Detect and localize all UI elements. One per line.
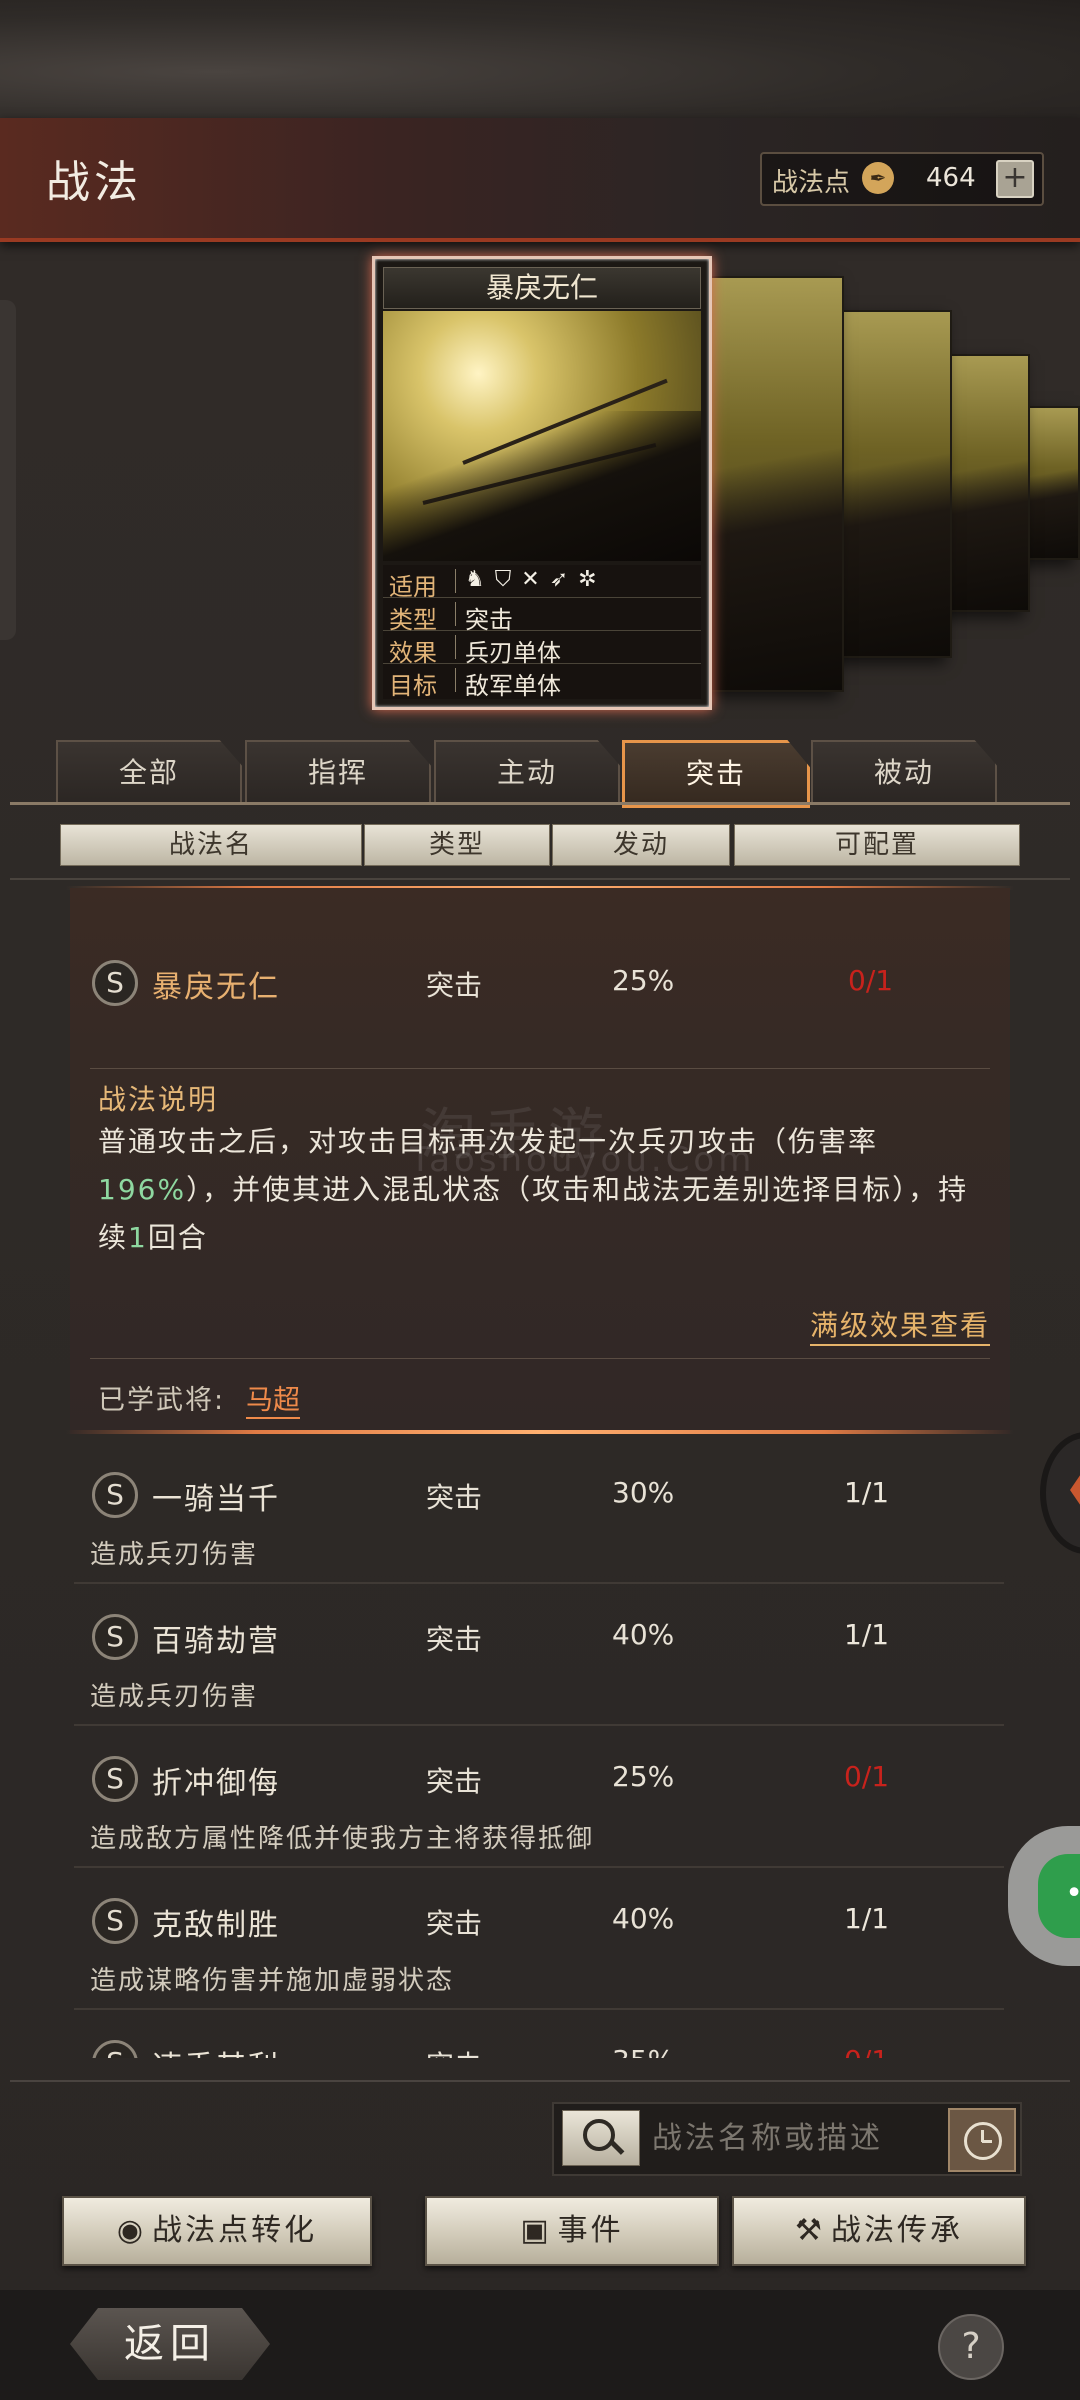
history-button[interactable] <box>948 2108 1016 2172</box>
tactic-rate: 25% <box>612 1760 675 1793</box>
tactic-rate: 25% <box>612 964 675 997</box>
tab-command[interactable]: 指挥 <box>245 740 431 804</box>
learned-generals-label: 已学武将: <box>98 1385 226 1416</box>
grade-s-badge: S <box>92 1898 138 1944</box>
cavalry-icon: ♞ <box>465 567 495 592</box>
tab-active[interactable]: 主动 <box>434 740 620 804</box>
grade-s-badge: S <box>92 1756 138 1802</box>
card-applicable-label: 适用 <box>389 573 437 601</box>
search-input[interactable] <box>650 2112 934 2164</box>
grade-s-badge: S <box>92 1472 138 1518</box>
tactic-points-label: 战法点 <box>772 168 851 198</box>
tactic-name: 速乘其利 <box>152 2042 280 2058</box>
tactic-available: 1/1 <box>844 1476 890 1509</box>
card-stack-back-2 <box>836 310 952 658</box>
card-artwork <box>383 311 701 561</box>
tactic-type: 突击 <box>426 1481 483 1514</box>
damage-rate: 196% <box>98 1173 187 1206</box>
page-title: 战法 <box>46 157 142 208</box>
tactic-name: 暴戾无仁 <box>152 970 280 1005</box>
tactic-rate: 40% <box>612 1618 675 1651</box>
tactic-type: 突击 <box>426 1765 483 1798</box>
help-button[interactable]: ? <box>938 2314 1004 2380</box>
events-button[interactable]: ▣ 事件 <box>425 2196 719 2266</box>
tab-assault[interactable]: 突击 <box>622 740 810 808</box>
tactic-rate: 30% <box>612 1476 675 1509</box>
list-item-partial[interactable]: S 速乘其利 突击 35% 0/1 <box>0 2040 1080 2058</box>
tactic-name: 折冲御侮 <box>152 1766 280 1801</box>
search-button[interactable] <box>562 2110 640 2166</box>
column-header-name[interactable]: 战法名 <box>60 824 362 866</box>
troop-type-icons: ♞⛉✕➶✲ <box>465 567 607 592</box>
tactic-points-display: 战法点 ✒ 464 + <box>760 152 1044 206</box>
card-stack-back-3 <box>940 354 1030 612</box>
tactic-summary: 造成敌方属性降低并使我方主将获得抵御 <box>90 1824 595 1854</box>
feather-icon: ✒ <box>862 162 894 194</box>
tactic-summary: 造成谋略伤害并施加虚弱状态 <box>90 1966 455 1996</box>
inherit-tactic-button[interactable]: ⚒ 战法传承 <box>732 2196 1026 2266</box>
tactic-type: 突击 <box>426 1907 483 1940</box>
tab-passive[interactable]: 被动 <box>811 740 997 804</box>
tab-all[interactable]: 全部 <box>56 740 242 804</box>
side-drawer-handle[interactable] <box>0 300 16 640</box>
tactic-summary: 造成兵刃伤害 <box>90 1682 259 1712</box>
add-points-button[interactable]: + <box>996 160 1034 198</box>
back-button[interactable]: 返回 <box>70 2308 270 2380</box>
tactic-points-value: 464 <box>926 163 976 193</box>
list-separator <box>10 878 1070 880</box>
tactic-available: 0/1 <box>848 964 894 997</box>
column-header-available[interactable]: 可配置 <box>734 824 1020 866</box>
grade-s-badge: S <box>92 960 138 1006</box>
card-stack-back-1 <box>710 276 844 692</box>
tactic-available: 1/1 <box>844 1618 890 1651</box>
card-type-label: 类型 <box>389 606 437 634</box>
tactic-available: 0/1 <box>844 1760 890 1793</box>
grade-s-badge: S <box>92 1614 138 1660</box>
grade-s-badge: S <box>92 2040 138 2058</box>
tactic-type: 突击 <box>426 1623 483 1656</box>
watermark-text: Taoshouyou.Com <box>410 1140 756 1180</box>
card-type-value: 突击 <box>465 606 513 634</box>
tactic-summary: 造成兵刃伤害 <box>90 1540 259 1570</box>
spear-icon: ➶ <box>549 567 579 592</box>
chat-bubble-icon: •• <box>1038 1854 1080 1938</box>
column-header-rate[interactable]: 发动 <box>552 824 730 866</box>
tactic-rate: 40% <box>612 1902 675 1935</box>
tactic-type: 突击 <box>426 969 483 1002</box>
selected-tactic-card[interactable]: 暴戾无仁 适用 ♞⛉✕➶✲ 类型 突击 效果 兵刃单体 目标 敌军单体 <box>372 256 712 710</box>
card-title: 暴戾无仁 <box>383 267 701 309</box>
clock-icon <box>964 2122 1002 2160</box>
tactic-available: 0/1 <box>844 2044 889 2058</box>
footer-bar: 返回 ? <box>0 2290 1080 2400</box>
card-effect-label: 效果 <box>389 639 437 667</box>
learned-general-link[interactable]: 马超 <box>246 1378 300 1419</box>
shield-icon: ⛉ <box>494 567 522 592</box>
column-header-type[interactable]: 类型 <box>364 824 550 866</box>
tactic-name: 克敌制胜 <box>152 1908 280 1943</box>
siege-icon: ✲ <box>578 567 607 592</box>
search-bar <box>552 2102 1022 2176</box>
search-icon <box>583 2119 615 2151</box>
card-effect-value: 兵刃单体 <box>465 639 561 667</box>
card-info-panel: 适用 ♞⛉✕➶✲ 类型 突击 效果 兵刃单体 目标 敌军单体 <box>383 565 701 700</box>
tactic-rate: 35% <box>612 2044 674 2058</box>
max-level-effect-link[interactable]: 满级效果查看 <box>809 1304 990 1346</box>
card-target-label: 目标 <box>389 672 437 700</box>
flame-icon: ◉ <box>116 2213 147 2248</box>
tactic-name: 一骑当千 <box>152 1482 280 1517</box>
card-target-value: 敌军单体 <box>465 672 561 700</box>
description-title: 战法说明 <box>98 1083 219 1116</box>
header-bar: 战法 战法点 ✒ 464 + <box>0 118 1080 242</box>
top-backdrop <box>0 0 1080 120</box>
convert-points-button[interactable]: ◉ 战法点转化 <box>62 2196 372 2266</box>
duration-rounds: 1 <box>128 1221 148 1254</box>
tactic-type: 突击 <box>426 2044 482 2058</box>
tab-underline <box>10 802 1070 805</box>
tactic-name: 百骑劫营 <box>152 1624 280 1659</box>
archer-icon: ✕ <box>521 567 550 592</box>
hammer-icon: ⚒ <box>795 2213 825 2248</box>
expanded-bottom-glow <box>66 1430 1014 1434</box>
scroll-alert-icon: ▣ <box>520 2213 552 2248</box>
tactic-available: 1/1 <box>844 1902 890 1935</box>
